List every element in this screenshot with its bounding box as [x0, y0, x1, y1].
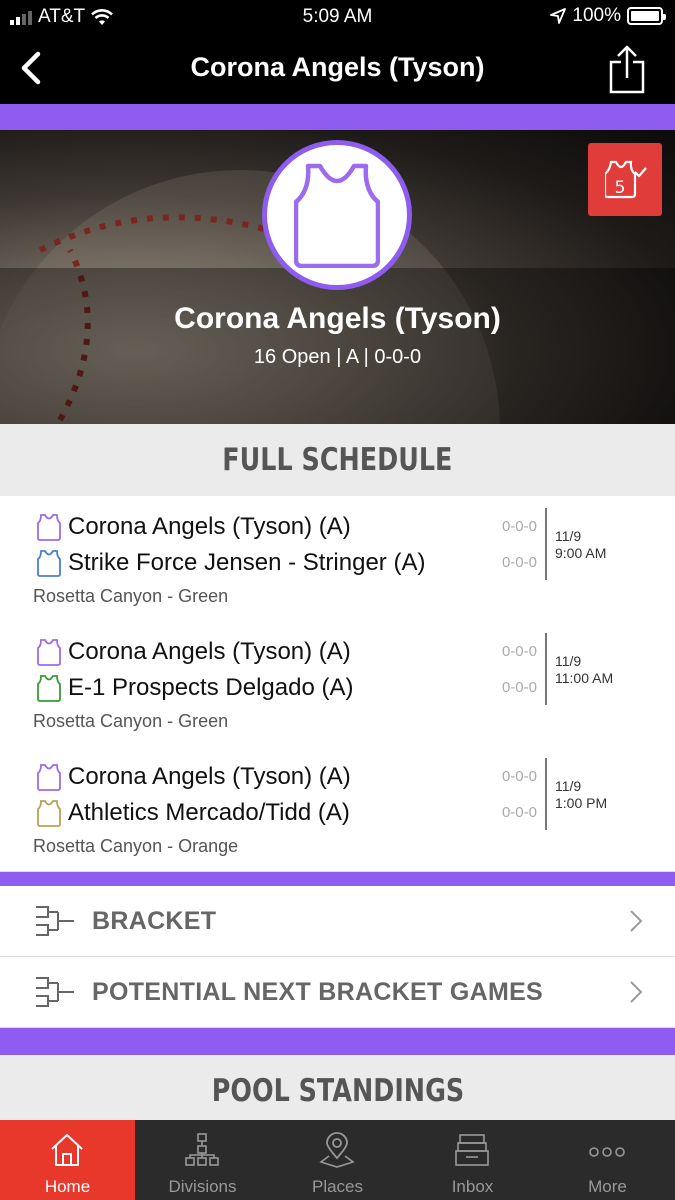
- more-icon: [589, 1147, 625, 1157]
- game-date: 11/9: [555, 778, 582, 794]
- bracket-icon: [36, 977, 74, 1007]
- away-team-name: Strike Force Jensen - Stringer (A): [68, 549, 426, 576]
- team-jersey-icon: [37, 764, 61, 791]
- chevron-right-icon: [630, 910, 643, 932]
- tab-home[interactable]: Home: [0, 1120, 135, 1200]
- game-venue: Rosetta Canyon - Green: [33, 711, 229, 731]
- accent-strip: [0, 104, 675, 130]
- team-jersey-icon: [37, 550, 61, 577]
- location-arrow-icon: [550, 8, 567, 24]
- team-logo: [262, 140, 412, 290]
- game-card[interactable]: Corona Angels (Tyson) (A) 0-0-0 Athletic…: [0, 746, 675, 872]
- bracket-link[interactable]: BRACKET: [0, 886, 675, 957]
- away-team-record: 0-0-0: [501, 804, 537, 821]
- badge-number: 5: [615, 178, 626, 198]
- divider: [545, 633, 547, 705]
- game-card[interactable]: Corona Angels (Tyson) (A) 0-0-0 E-1 Pros…: [0, 621, 675, 747]
- game-datetime: 11/9 11:00 AM: [555, 653, 613, 687]
- game-date: 11/9: [555, 528, 582, 544]
- tab-divisions[interactable]: Divisions: [135, 1120, 270, 1200]
- team-jersey-icon: [37, 514, 61, 541]
- tab-label: More: [588, 1177, 627, 1196]
- tab-label: Home: [44, 1177, 91, 1196]
- game-time: 9:00 AM: [555, 545, 607, 561]
- away-team-name: Athletics Mercado/Tidd (A): [68, 799, 350, 826]
- roster-badge-button[interactable]: 5: [588, 143, 662, 216]
- tab-inbox[interactable]: Inbox: [405, 1120, 540, 1200]
- team-jersey-icon: [37, 800, 61, 827]
- game-datetime: 11/9 1:00 PM: [555, 778, 607, 812]
- tab-bar: Home Divisions Places Inbox More: [0, 1120, 675, 1200]
- game-time: 11:00 AM: [555, 670, 614, 686]
- nav-title: Corona Angels (Tyson): [190, 52, 485, 82]
- inbox-icon: [455, 1134, 489, 1166]
- status-bar: AT&T 5:09 AM 100%: [0, 0, 675, 34]
- divisions-icon: [185, 1133, 219, 1166]
- potential-bracket-games-label: POTENTIAL NEXT BRACKET GAMES: [92, 978, 544, 1006]
- share-icon[interactable]: [607, 44, 647, 94]
- potential-bracket-games-link[interactable]: POTENTIAL NEXT BRACKET GAMES: [0, 957, 675, 1028]
- home-icon: [51, 1134, 83, 1166]
- away-team-record: 0-0-0: [501, 679, 537, 696]
- tab-label: Places: [311, 1177, 364, 1196]
- game-card[interactable]: Corona Angels (Tyson) (A) 0-0-0 Strike F…: [0, 496, 675, 622]
- jersey-icon: [294, 163, 380, 268]
- bracket-icon: [36, 906, 74, 936]
- chevron-right-icon: [630, 981, 643, 1003]
- accent-strip: [0, 1028, 675, 1055]
- team-jersey-icon: [37, 639, 61, 666]
- pool-standings-header: POOL STANDINGS: [0, 1055, 675, 1120]
- full-schedule-header: FULL SCHEDULE: [0, 424, 675, 496]
- team-name: Corona Angels (Tyson): [174, 302, 501, 335]
- game-venue: Rosetta Canyon - Orange: [33, 836, 239, 856]
- roster-check-icon: 5: [605, 160, 647, 199]
- tab-more[interactable]: More: [540, 1120, 675, 1200]
- tab-label: Divisions: [168, 1177, 237, 1196]
- tab-places[interactable]: Places: [270, 1120, 405, 1200]
- divider: [545, 508, 547, 580]
- home-team-record: 0-0-0: [501, 768, 537, 785]
- game-date: 11/9: [555, 653, 582, 669]
- team-meta: 16 Open | A | 0-0-0: [253, 346, 422, 368]
- battery-icon: [627, 7, 666, 25]
- accent-strip: [0, 872, 675, 886]
- away-team-name: E-1 Prospects Delgado (A): [68, 674, 354, 701]
- nav-bar: Corona Angels (Tyson): [0, 34, 675, 104]
- game-venue: Rosetta Canyon - Green: [33, 586, 229, 606]
- home-team-name: Corona Angels (Tyson) (A): [68, 638, 351, 665]
- battery-percent: 100%: [572, 5, 621, 26]
- game-time: 1:00 PM: [555, 795, 608, 811]
- home-team-name: Corona Angels (Tyson) (A): [68, 513, 351, 540]
- home-team-name: Corona Angels (Tyson) (A): [68, 763, 351, 790]
- bracket-label: BRACKET: [92, 907, 217, 935]
- home-team-record: 0-0-0: [501, 518, 537, 535]
- team-jersey-icon: [37, 675, 61, 702]
- game-datetime: 11/9 9:00 AM: [555, 528, 606, 562]
- divider: [545, 758, 547, 830]
- home-team-record: 0-0-0: [501, 643, 537, 660]
- map-pin-icon: [319, 1132, 355, 1168]
- tab-label: Inbox: [451, 1177, 494, 1196]
- away-team-record: 0-0-0: [501, 554, 537, 571]
